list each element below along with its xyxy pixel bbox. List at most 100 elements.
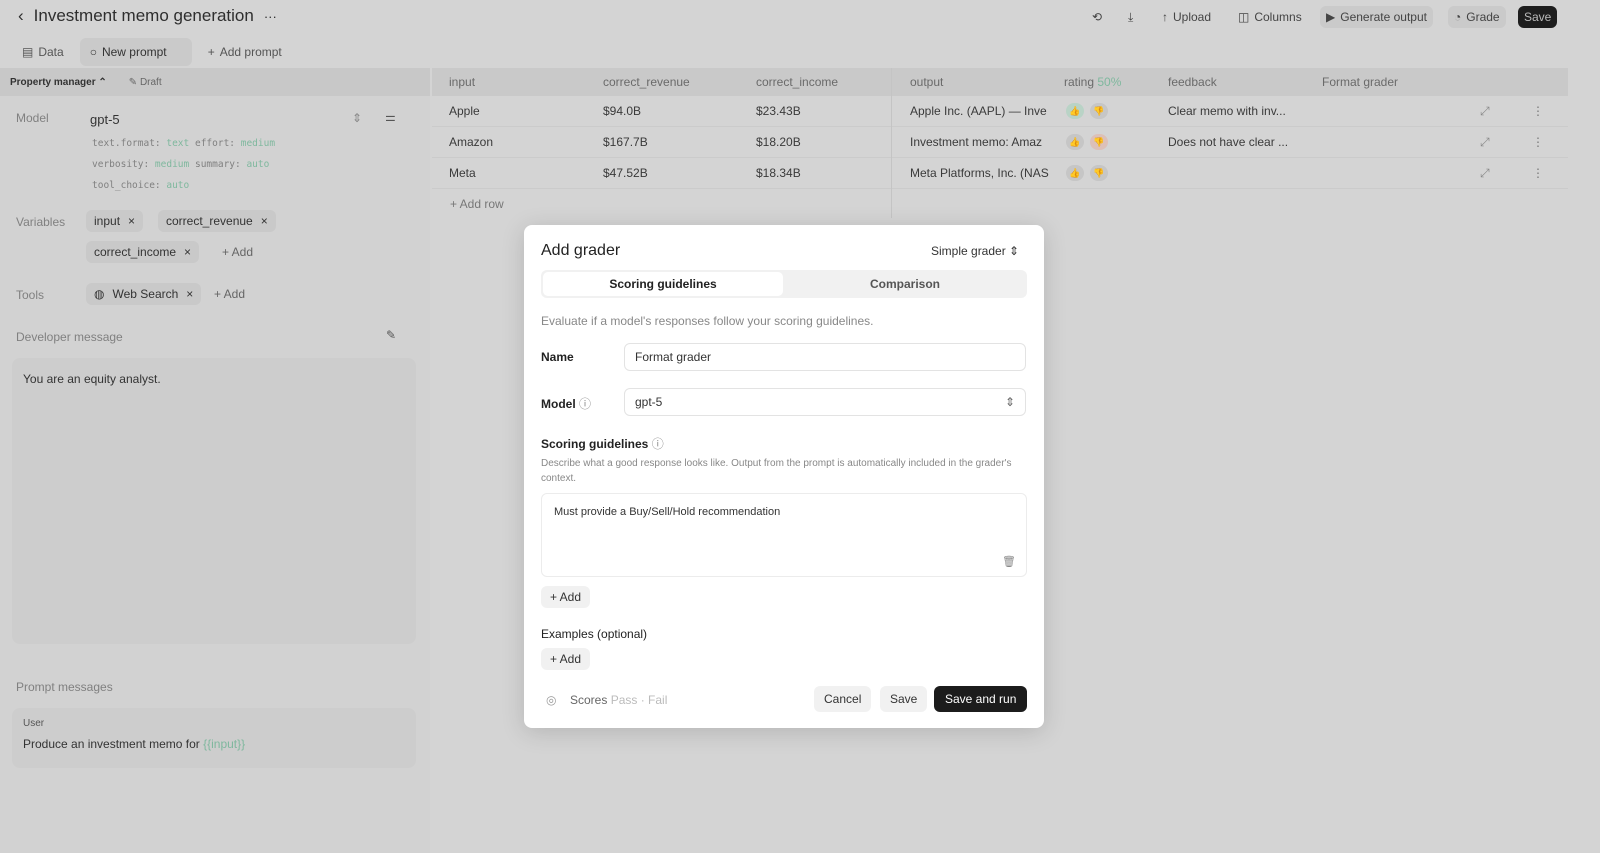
rating-buttons: 👍 👎 — [1066, 165, 1114, 181]
grade-button[interactable]: ◔ Grade — [1448, 6, 1506, 28]
row-menu-icon[interactable]: ⋮ — [1532, 104, 1544, 118]
add-grader-dialog: Add grader Simple grader ⇕ Scoring guide… — [524, 225, 1044, 728]
dialog-description: Evaluate if a model's responses follow y… — [541, 314, 874, 328]
table-cell[interactable]: Meta — [449, 166, 476, 180]
prompt-selector[interactable]: Property manager ⌃ — [10, 77, 107, 88]
tab-comparison[interactable]: Comparison — [785, 272, 1025, 296]
row-menu-icon[interactable]: ⋮ — [1532, 166, 1544, 180]
variable-chip[interactable]: correct_revenue × — [158, 210, 276, 232]
scores-selector[interactable]: Scores Pass · Fail — [570, 693, 667, 707]
download-icon[interactable]: ⤓ — [1122, 6, 1139, 28]
model-params: text.format: text effort: medium verbosi… — [92, 138, 276, 191]
tab-data[interactable]: ▤ Data — [12, 38, 74, 66]
remove-icon: × — [128, 214, 136, 228]
table-cell[interactable]: $47.52B — [603, 166, 648, 180]
upload-icon: ↑ — [1162, 10, 1168, 24]
table-cell[interactable]: Meta Platforms, Inc. (NAS — [910, 166, 1050, 180]
table-row[interactable]: Apple $94.0B $23.43B Apple Inc. (AAPL) — In… — [432, 96, 1568, 127]
top-bar: ‹ Investment memo generation ··· ⟲ ⤓ ↑ Up… — [0, 0, 1600, 36]
data-table: input correct_revenue correct_income out… — [432, 68, 1568, 219]
columns-icon: ◫ — [1238, 10, 1250, 24]
save-top-button[interactable]: Save — [1518, 6, 1558, 28]
thumbs-down-icon[interactable]: 👎 — [1090, 103, 1108, 119]
variables-label: Variables — [16, 215, 66, 229]
variable-chip[interactable]: correct_income × — [86, 241, 200, 263]
play-icon: ▶ — [1326, 10, 1336, 24]
dialog-title: Add grader — [541, 242, 621, 259]
user-message[interactable]: User Produce an investment memo for {{in… — [12, 708, 416, 768]
column-header[interactable]: output — [910, 75, 943, 89]
column-header[interactable]: correct_income — [756, 75, 838, 89]
history-icon[interactable]: ⟲ — [1086, 6, 1108, 28]
add-variable-button[interactable]: + Add — [214, 241, 261, 263]
tool-chip[interactable]: ◍ Web Search × — [86, 283, 202, 305]
expand-icon[interactable]: ⤢ — [1480, 104, 1490, 119]
generate-output-button[interactable]: ▶ Generate output — [1320, 6, 1433, 28]
more-icon[interactable]: ··· — [264, 9, 277, 24]
thumbs-down-icon[interactable]: 👎 — [1090, 165, 1108, 181]
tab-new-prompt[interactable]: ○ New prompt — [79, 38, 192, 66]
column-header[interactable]: input — [449, 75, 475, 89]
magic-edit-icon[interactable]: ✎ — [386, 328, 396, 342]
page-title: Investment memo generation — [33, 6, 254, 25]
add-example-button[interactable]: + Add — [541, 648, 591, 670]
thumbs-up-icon[interactable]: 👍 — [1066, 103, 1084, 119]
back-icon[interactable]: ‹ — [18, 6, 24, 26]
row-menu-icon[interactable]: ⋮ — [1532, 135, 1544, 149]
table-cell[interactable]: Clear memo with inv... — [1168, 104, 1286, 118]
model-select[interactable]: gpt-5 ⇕ — [624, 388, 1026, 416]
tab-label: Add prompt — [219, 45, 282, 59]
cancel-button[interactable]: Cancel — [814, 686, 872, 712]
columns-label: Columns — [1254, 10, 1302, 24]
table-cell[interactable]: Apple — [449, 104, 480, 118]
variable-chip[interactable]: input × — [86, 210, 144, 232]
settings-sliders-icon[interactable]: ⚌ — [385, 110, 396, 124]
guideline-text: Must provide a Buy/Sell/Hold recommendat… — [554, 506, 781, 518]
developer-message-input[interactable]: You are an equity analyst. — [12, 358, 416, 644]
expand-icon[interactable]: ⤢ — [1480, 166, 1490, 181]
scoring-guidelines-help: Describe what a good response looks like… — [541, 458, 1012, 484]
column-header[interactable]: feedback — [1168, 75, 1217, 89]
thumbs-up-icon[interactable]: 👍 — [1066, 165, 1084, 181]
model-select[interactable]: gpt-5 — [90, 112, 120, 127]
save-and-run-button[interactable]: Save and run — [934, 686, 1028, 712]
upload-button[interactable]: ↑ Upload — [1156, 6, 1217, 28]
upload-label: Upload — [1173, 10, 1212, 24]
prompt-header: Property manager ⌃ ✎ Draft — [0, 68, 430, 96]
save-button[interactable]: Save — [880, 686, 928, 712]
trash-icon[interactable]: 🗑 — [1002, 555, 1016, 568]
examples-label: Examples (optional) — [541, 627, 648, 641]
thumbs-up-icon[interactable]: 👍 — [1066, 134, 1084, 150]
table-cell[interactable]: $18.34B — [756, 166, 801, 180]
tab-label: New prompt — [101, 45, 167, 59]
add-row-button[interactable]: + Add row — [450, 197, 504, 211]
draft-badge: ✎ Draft — [128, 76, 162, 88]
column-header[interactable]: Format grader — [1322, 75, 1398, 89]
table-cell[interactable]: $18.20B — [756, 135, 801, 149]
column-header[interactable]: correct_revenue — [603, 75, 690, 89]
rating-buttons: 👍 👎 — [1066, 103, 1114, 119]
updown-icon[interactable]: ⇕ — [352, 111, 362, 125]
table-cell[interactable]: Amazon — [449, 135, 493, 149]
grader-type-select[interactable]: Simple grader ⇕ — [931, 244, 1019, 258]
tab-scoring-guidelines[interactable]: Scoring guidelines — [543, 272, 783, 296]
expand-icon[interactable]: ⤢ — [1480, 135, 1490, 150]
name-input[interactable]: Format grader — [624, 343, 1026, 371]
info-icon: ⓘ — [579, 397, 592, 411]
table-cell[interactable]: Does not have clear ... — [1168, 135, 1288, 149]
table-cell[interactable]: $23.43B — [756, 104, 801, 118]
table-cell[interactable]: Investment memo: Amaz — [910, 135, 1050, 149]
table-row[interactable]: Meta $47.52B $18.34B Meta Platforms, Inc. (… — [432, 158, 1568, 189]
table-row[interactable]: Amazon $167.7B $18.20B Investment memo: Ama… — [432, 127, 1568, 158]
add-guideline-button[interactable]: + Add — [541, 586, 591, 608]
guideline-textarea[interactable]: Must provide a Buy/Sell/Hold recommendat… — [541, 493, 1027, 577]
thumbs-down-icon[interactable]: 👎 — [1090, 134, 1108, 150]
tab-add-prompt[interactable]: + Add prompt — [198, 38, 292, 66]
table-cell[interactable]: Apple Inc. (AAPL) — Inve — [910, 104, 1050, 118]
column-header[interactable]: rating 50% — [1064, 75, 1121, 89]
table-cell[interactable]: $94.0B — [603, 104, 641, 118]
tab-label: Data — [38, 45, 64, 59]
add-tool-button[interactable]: + Add — [206, 283, 253, 305]
columns-button[interactable]: ◫ Columns — [1232, 6, 1308, 28]
table-cell[interactable]: $167.7B — [603, 135, 648, 149]
